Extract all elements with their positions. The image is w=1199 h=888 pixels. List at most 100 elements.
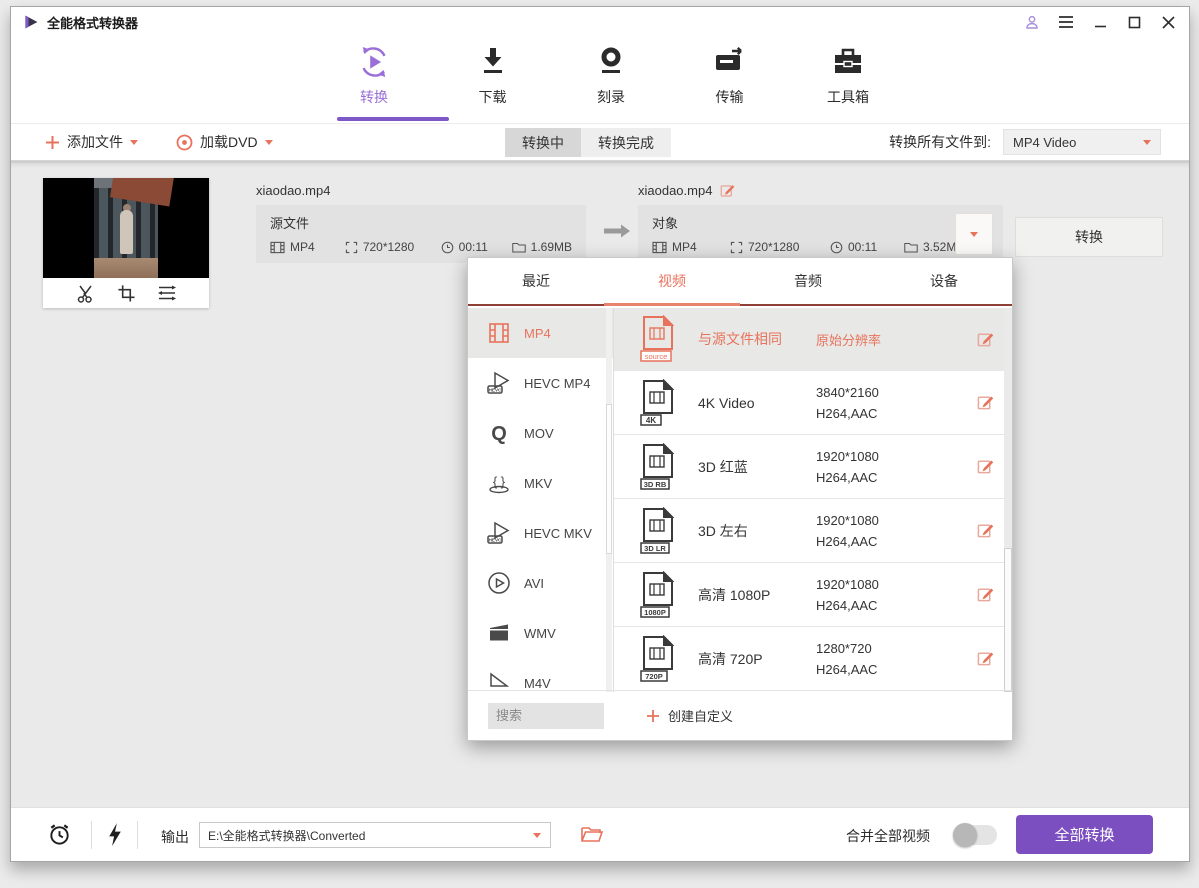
m4v-flag-icon xyxy=(486,670,512,692)
mkv-braces-icon: { } xyxy=(486,470,512,496)
menu-icon[interactable] xyxy=(1057,13,1075,31)
format-item-wmv[interactable]: WMV xyxy=(468,608,613,658)
preset-list-scrollbar[interactable] xyxy=(1004,308,1012,692)
close-button[interactable] xyxy=(1159,13,1177,31)
edit-preset-icon[interactable] xyxy=(977,522,994,539)
target-format: MP4 xyxy=(672,240,697,254)
preset-name: 3D 左右 xyxy=(698,521,816,541)
preset-row-3d-lr[interactable]: 3D LR 3D 左右 1920*1080H264,AAC xyxy=(614,498,1012,562)
source-format: MP4 xyxy=(290,240,315,254)
preset-codec: H264,AAC xyxy=(816,534,966,549)
preset-tab-device[interactable]: 设备 xyxy=(876,258,1012,304)
add-file-button[interactable]: 添加文件 xyxy=(45,132,138,152)
load-dvd-button[interactable]: 加载DVD xyxy=(176,132,273,152)
merge-videos-toggle[interactable] xyxy=(953,825,997,845)
preset-row-3d-rb[interactable]: 3D RB 3D 红蓝 1920*1080H264,AAC xyxy=(614,434,1012,498)
convert-all-button[interactable]: 全部转换 xyxy=(1016,815,1153,854)
download-icon xyxy=(476,43,510,81)
chevron-down-icon xyxy=(1143,140,1151,145)
target-format-select[interactable]: MP4 Video xyxy=(1003,129,1161,155)
preset-row-source[interactable]: source 与源文件相同 原始分辨率 xyxy=(614,308,1012,370)
active-tab-underline xyxy=(337,117,449,121)
preset-tab-recent[interactable]: 最近 xyxy=(468,258,604,304)
output-label: 输出 xyxy=(161,827,189,847)
target-duration: 00:11 xyxy=(848,240,877,254)
trim-scissors-icon[interactable] xyxy=(76,284,95,303)
chevron-down-icon[interactable] xyxy=(533,833,541,838)
format-item-hevc-mp4[interactable]: HEVC HEVC MP4 xyxy=(468,358,613,408)
plus-icon xyxy=(45,135,60,150)
preset-search-input[interactable] xyxy=(488,703,604,729)
output-path-input[interactable] xyxy=(200,828,533,842)
preset-tab-video[interactable]: 视频 xyxy=(604,258,740,304)
source-box-title: 源文件 xyxy=(270,213,572,232)
schedule-clock-icon[interactable] xyxy=(47,822,72,847)
app-title: 全能格式转换器 xyxy=(47,13,138,32)
target-preset-dropdown-button[interactable] xyxy=(955,213,993,255)
create-custom-button[interactable]: 创建自定义 xyxy=(646,706,733,725)
edit-preset-icon[interactable] xyxy=(977,458,994,475)
film-icon xyxy=(652,241,667,254)
account-icon[interactable] xyxy=(1023,13,1041,31)
format-item-mp4[interactable]: MP4 xyxy=(468,308,613,358)
chevron-down-icon xyxy=(265,140,273,145)
target-format-value: MP4 Video xyxy=(1013,135,1076,150)
open-folder-icon[interactable] xyxy=(581,825,603,843)
format-item-mkv[interactable]: { } MKV xyxy=(468,458,613,508)
toolbar: 添加文件 加载DVD 转换中 转换完成 转换所有文件到: MP4 Video xyxy=(11,123,1189,161)
convert-button[interactable]: 转换 xyxy=(1015,217,1163,257)
high-speed-lightning-icon[interactable] xyxy=(107,822,123,847)
format-item-mov[interactable]: Q MOV xyxy=(468,408,613,458)
video-thumbnail[interactable] xyxy=(43,178,209,278)
format-item-hevc-mkv[interactable]: HEVC HEVC MKV xyxy=(468,508,613,558)
dvd-icon xyxy=(176,134,193,151)
format-item-m4v[interactable]: M4V xyxy=(468,658,613,692)
preset-codec: H264,AAC xyxy=(816,662,966,677)
preset-row-720p[interactable]: 720P 高清 720P 1280*720H264,AAC xyxy=(614,626,1012,690)
tab-converting[interactable]: 转换中 xyxy=(505,128,581,157)
preset-resolution: 1280*720 xyxy=(816,641,966,656)
preset-file-icon-1080p: 1080P xyxy=(638,571,678,619)
format-list: MP4 HEVC HEVC MP4 Q MOV { } MKV HEVC HEV… xyxy=(468,308,614,692)
minimize-button[interactable] xyxy=(1091,13,1109,31)
format-list-scrollbar[interactable] xyxy=(606,308,612,692)
format-item-avi[interactable]: AVI xyxy=(468,558,613,608)
nav-tab-convert[interactable]: 转换 xyxy=(331,43,417,107)
file-size-folder-icon xyxy=(512,241,526,253)
edit-preset-icon[interactable] xyxy=(977,331,994,348)
nav-tab-burn[interactable]: 刻录 xyxy=(568,43,654,107)
nav-tab-transfer[interactable]: 传输 xyxy=(687,43,773,107)
format-label: M4V xyxy=(524,676,551,691)
load-dvd-label: 加载DVD xyxy=(200,132,258,152)
play-circle-icon xyxy=(486,570,512,596)
preset-codec: H264,AAC xyxy=(816,406,966,421)
preset-row-4k[interactable]: 4K 4K Video 3840*2160H264,AAC xyxy=(614,370,1012,434)
preset-badge: 3D LR xyxy=(644,544,666,553)
nav-label-transfer: 传输 xyxy=(716,87,744,107)
nav-tab-download[interactable]: 下载 xyxy=(450,43,536,107)
format-label: WMV xyxy=(524,626,556,641)
nav-tab-toolbox[interactable]: 工具箱 xyxy=(805,43,891,107)
effects-sliders-icon[interactable] xyxy=(157,284,177,302)
preset-row-1080p[interactable]: 1080P 高清 1080P 1920*1080H264,AAC xyxy=(614,562,1012,626)
source-info-box: 源文件 MP4 720*1280 00:11 1.69MB xyxy=(256,205,586,263)
preset-tab-audio[interactable]: 音频 xyxy=(740,258,876,304)
crop-icon[interactable] xyxy=(117,284,135,302)
tab-finished[interactable]: 转换完成 xyxy=(581,128,671,157)
mp4-filmstrip-icon xyxy=(486,320,512,346)
edit-preset-icon[interactable] xyxy=(977,394,994,411)
rename-edit-icon[interactable] xyxy=(720,183,735,198)
maximize-button[interactable] xyxy=(1125,13,1143,31)
nav-label-convert: 转换 xyxy=(360,87,388,107)
clapperboard-icon xyxy=(486,620,512,646)
transfer-icon xyxy=(712,43,748,81)
edit-preset-icon[interactable] xyxy=(977,586,994,603)
format-label: MP4 xyxy=(524,326,551,341)
preset-badge: 3D RB xyxy=(644,480,667,489)
preset-file-icon-3d-rb: 3D RB xyxy=(638,443,678,491)
edit-preset-icon[interactable] xyxy=(977,650,994,667)
svg-text:HEVC: HEVC xyxy=(489,388,502,393)
target-filename: xiaodao.mp4 xyxy=(638,183,712,198)
preset-resolution: 1920*1080 xyxy=(816,577,966,592)
source-size: 1.69MB xyxy=(531,240,572,254)
